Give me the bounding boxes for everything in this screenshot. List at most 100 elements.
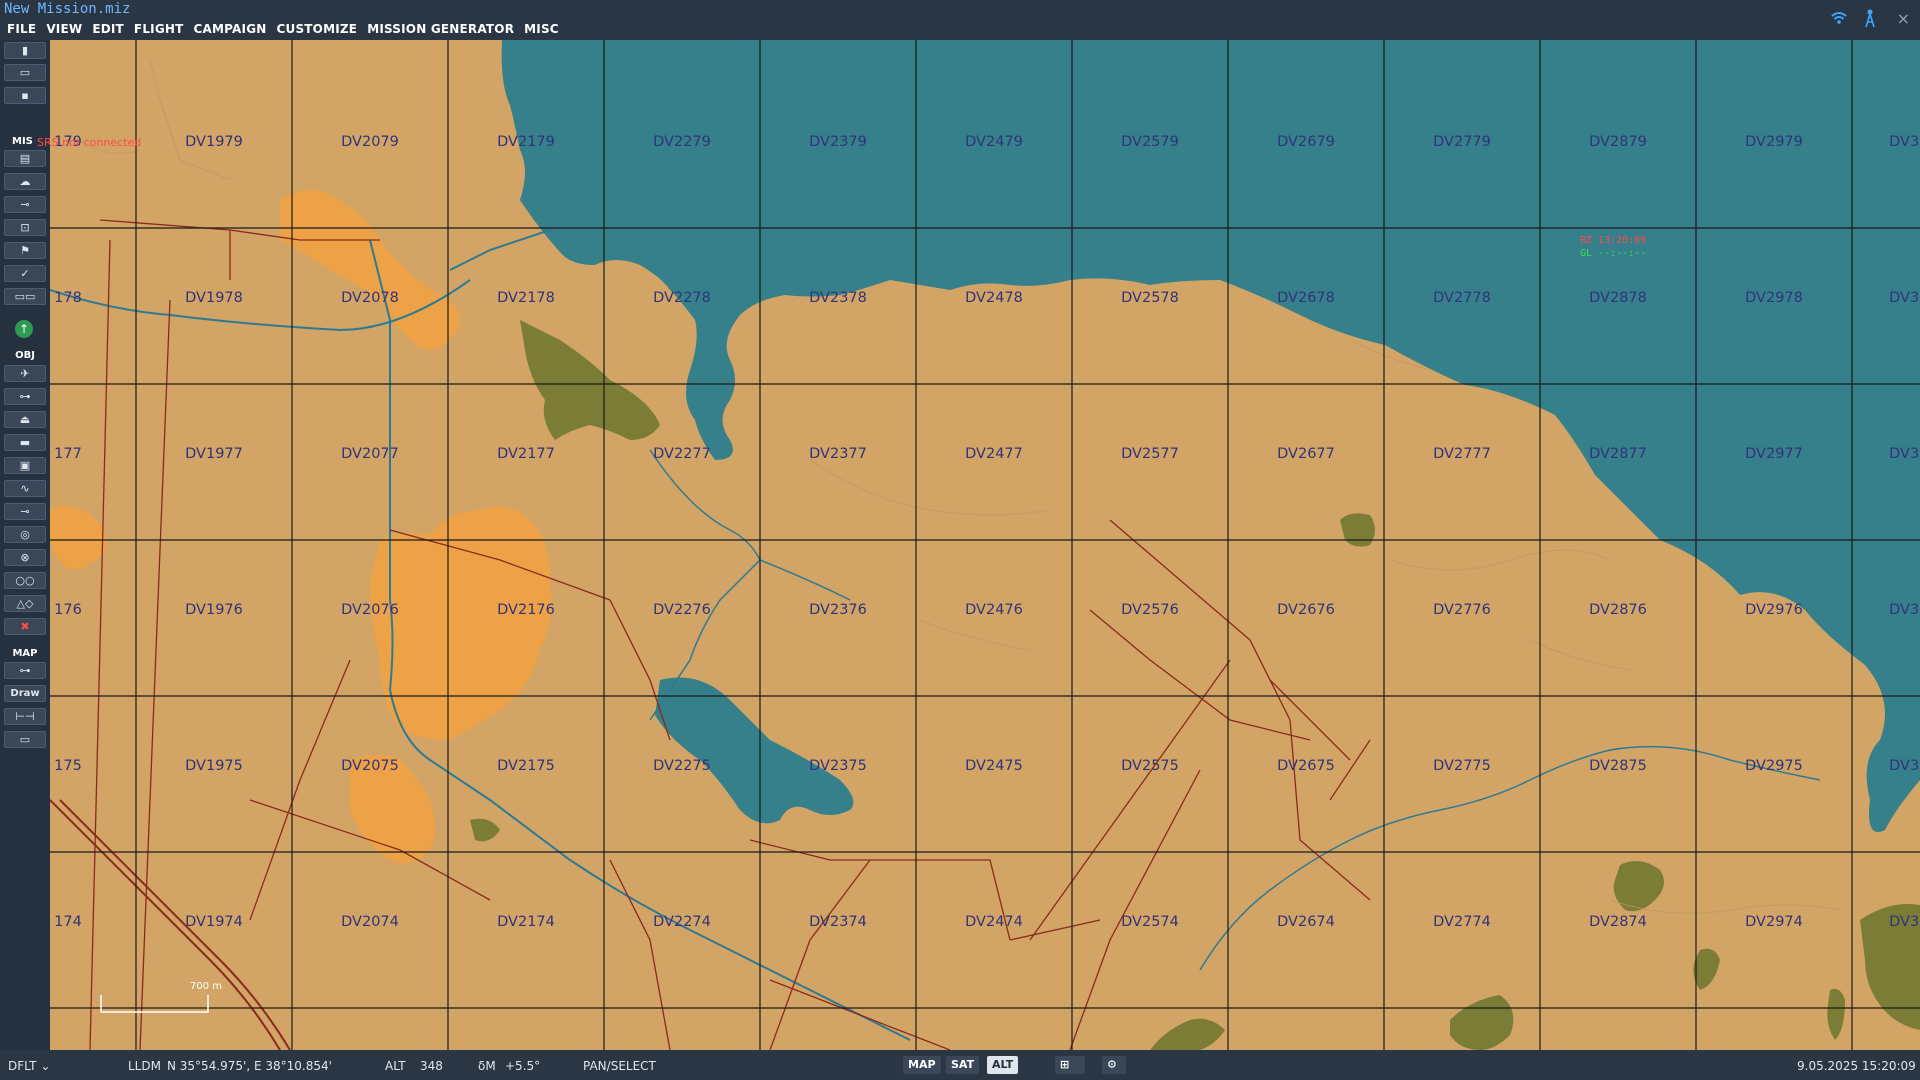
grid-label: DV2275 — [653, 758, 711, 774]
grid-label: DV2178 — [497, 290, 555, 306]
grid-label: DV2776 — [1433, 602, 1491, 618]
static-object-icon[interactable]: ▣ — [4, 457, 46, 474]
grid-label: 174 — [54, 914, 82, 930]
wifi-icon[interactable] — [1830, 11, 1847, 25]
menu-file[interactable]: FILE — [2, 20, 41, 38]
grid-label: DV2775 — [1433, 758, 1491, 774]
draw-button[interactable]: Draw — [4, 685, 46, 702]
layers-icon[interactable]: ⊞ — [1055, 1056, 1085, 1074]
antenna-icon[interactable] — [1863, 8, 1877, 28]
grid-label: DV2679 — [1277, 134, 1335, 150]
weather-icon[interactable]: ☁ — [4, 173, 46, 190]
grid-label: 177 — [54, 446, 82, 462]
save-icon[interactable]: ▪ — [4, 87, 46, 104]
grid-label: DV1977 — [185, 446, 243, 462]
grid-label: DV2376 — [809, 602, 867, 618]
aircraft-path-icon[interactable]: ⊸ — [4, 196, 46, 213]
mode-label: PAN/SELECT — [583, 1059, 656, 1073]
grid-label: DV2579 — [1121, 134, 1179, 150]
map-canvas[interactable] — [50, 40, 1920, 1050]
window-icons: × — [1830, 8, 1910, 28]
scale-label: 700 m — [190, 981, 223, 992]
menu-campaign[interactable]: CAMPAIGN — [189, 20, 272, 38]
grid-label: DV2375 — [809, 758, 867, 774]
grid-label: 178 — [54, 290, 82, 306]
grid-label: DV1974 — [185, 914, 243, 930]
airplane-icon[interactable]: ✈ — [4, 365, 46, 382]
grid-label: DV2279 — [653, 134, 711, 150]
grid-label: DV2678 — [1277, 290, 1335, 306]
grid-label: DV2378 — [809, 290, 867, 306]
grid-label: DV2077 — [341, 446, 399, 462]
target-icon[interactable]: ⊡ — [4, 219, 46, 236]
grid-label: DV2875 — [1589, 758, 1647, 774]
group-icon[interactable]: ○○ — [4, 572, 46, 589]
zone-icon[interactable]: ∿ — [4, 480, 46, 497]
rectangle-icon[interactable]: ▭ — [4, 731, 46, 748]
menu-customize[interactable]: CUSTOMIZE — [272, 20, 363, 38]
takeoff-icon[interactable]: ↑ — [15, 320, 33, 338]
grid-label: DV2074 — [341, 914, 399, 930]
profile-select[interactable]: DFLT ⌄ — [8, 1059, 50, 1073]
check-icon[interactable]: ✓ — [4, 265, 46, 282]
menu-view[interactable]: VIEW — [41, 20, 87, 38]
close-icon[interactable]: × — [1897, 9, 1910, 28]
key-icon[interactable]: ⊶ — [4, 662, 46, 679]
coord-mode[interactable]: LLDM — [128, 1059, 161, 1073]
grid-label: DV2475 — [965, 758, 1023, 774]
alt-button[interactable]: ALT — [987, 1056, 1019, 1074]
grid-label: DV2075 — [341, 758, 399, 774]
open-folder-icon[interactable]: ▭ — [4, 64, 46, 81]
target-circle-icon[interactable]: ◎ — [4, 526, 46, 543]
new-file-icon[interactable]: ▮ — [4, 42, 46, 59]
triggers-icon[interactable]: ▭▭ — [4, 288, 46, 305]
grid-label: DV2578 — [1121, 290, 1179, 306]
grid-label: DV1976 — [185, 602, 243, 618]
shapes-icon[interactable]: △◇ — [4, 595, 46, 612]
menu-misc[interactable]: MISC — [519, 20, 564, 38]
grid-label: DV2778 — [1433, 290, 1491, 306]
nav-point-icon[interactable]: ⊗ — [4, 549, 46, 566]
vehicle-icon[interactable]: ▬ — [4, 434, 46, 451]
helicopter-icon[interactable]: ⊶ — [4, 388, 46, 405]
grid-label: DV1975 — [185, 758, 243, 774]
map-button[interactable]: MAP — [903, 1056, 941, 1074]
grid-label: DV1979 — [185, 134, 243, 150]
grid-label: DV2477 — [965, 446, 1023, 462]
settings-icon[interactable]: ⚙ — [1102, 1056, 1126, 1074]
delete-icon[interactable]: ✖ — [4, 618, 46, 635]
grid-label: DV2879 — [1589, 134, 1647, 150]
title-bar: New Mission.miz FILE VIEW EDIT FLIGHT CA… — [0, 0, 1920, 40]
grid-label: DV3076 — [1889, 602, 1920, 618]
grid-label: DV2674 — [1277, 914, 1335, 930]
grid-label: DV2179 — [497, 134, 555, 150]
sat-button[interactable]: SAT — [946, 1056, 980, 1074]
grid-label: DV2878 — [1589, 290, 1647, 306]
flag-icon[interactable]: ⚑ — [4, 242, 46, 259]
grid-label: DV2976 — [1745, 602, 1803, 618]
map-view[interactable]: 179 DV1979 DV2079 DV2179 DV2279 DV2379 DV2479 D… — [50, 40, 1920, 1050]
chevron-down-icon: ⌄ — [40, 1059, 51, 1073]
briefing-icon[interactable]: ▤ — [4, 150, 46, 167]
menu-edit[interactable]: EDIT — [87, 20, 129, 38]
grid-label: DV2078 — [341, 290, 399, 306]
srs-status: SRS not connected — [37, 136, 142, 149]
grid-label: DV2379 — [809, 134, 867, 150]
waypoint-icon[interactable]: ⊸ — [4, 503, 46, 520]
grid-label: 176 — [54, 602, 82, 618]
time-indicator: RZ 13:20:09 GL --:--:-- — [1580, 234, 1646, 260]
grid-label: DV2779 — [1433, 134, 1491, 150]
grid-label: DV1978 — [185, 290, 243, 306]
grid-label: DV2276 — [653, 602, 711, 618]
ship-icon[interactable]: ⏏ — [4, 411, 46, 428]
grid-label: DV3077 — [1889, 446, 1920, 462]
menu-bar: FILE VIEW EDIT FLIGHT CAMPAIGN CUSTOMIZE… — [2, 20, 564, 38]
grid-label: DV2474 — [965, 914, 1023, 930]
menu-flight[interactable]: FLIGHT — [129, 20, 189, 38]
grid-label: DV2978 — [1745, 290, 1803, 306]
grid-label: DV2076 — [341, 602, 399, 618]
menu-mission-generator[interactable]: MISSION GENERATOR — [362, 20, 519, 38]
ruler-icon[interactable]: ⊢⊣ — [4, 708, 46, 725]
grid-label: 175 — [54, 758, 82, 774]
app-title: New Mission.miz — [4, 1, 131, 17]
